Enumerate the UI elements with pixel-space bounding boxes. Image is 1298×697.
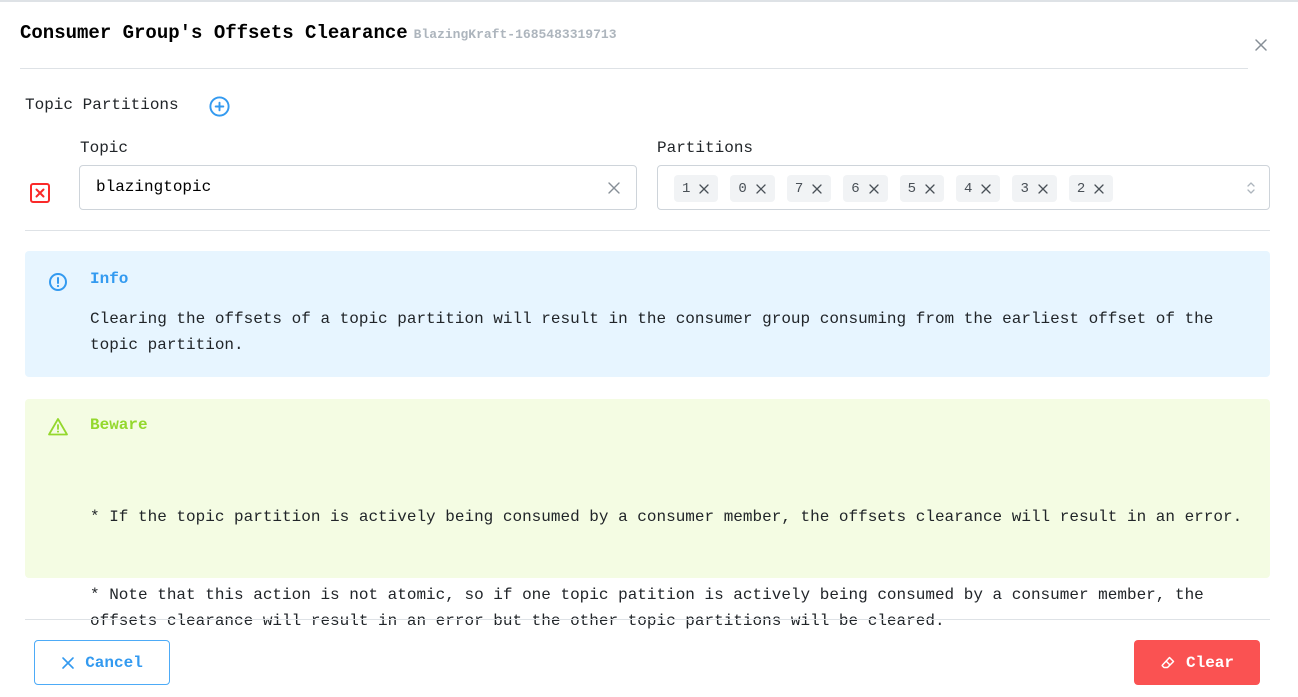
remove-partition-icon[interactable]	[1093, 183, 1105, 195]
warning-alert-title: Beware	[90, 416, 148, 434]
remove-partition-icon[interactable]	[755, 183, 767, 195]
remove-partition-icon[interactable]	[811, 183, 823, 195]
partitions-multiselect[interactable]: 1 0 7 6 5 4 3 2	[657, 165, 1270, 210]
partition-chip: 4	[956, 175, 1001, 202]
close-icon	[608, 182, 620, 194]
partition-chips: 1 0 7 6 5 4 3 2	[674, 175, 1114, 202]
modal-title-text: Consumer Group's Offsets Clearance	[20, 22, 408, 44]
add-topic-partition-button[interactable]	[208, 95, 231, 118]
close-button[interactable]	[1252, 36, 1270, 54]
partition-chip-label: 1	[682, 180, 691, 197]
alert-triangle-icon	[47, 416, 69, 438]
top-border	[0, 0, 1298, 2]
alert-circle-icon	[47, 271, 69, 293]
partition-chip-label: 4	[964, 180, 973, 197]
partition-chip: 1	[674, 175, 719, 202]
partition-chip-label: 7	[794, 180, 804, 197]
partition-chip-label: 5	[907, 180, 917, 197]
cancel-button-label: Cancel	[85, 653, 143, 672]
close-icon	[62, 656, 74, 669]
footer-divider	[25, 619, 1270, 620]
partition-chip-label: 0	[738, 180, 747, 197]
topic-select[interactable]: blazingtopic	[79, 165, 637, 210]
clear-button[interactable]: Clear	[1134, 640, 1260, 685]
eraser-icon	[1161, 656, 1175, 668]
info-alert: Info Clearing the offsets of a topic par…	[25, 251, 1270, 377]
topic-label: Topic	[80, 139, 129, 157]
remove-partition-icon[interactable]	[980, 183, 992, 195]
modal-title: Consumer Group's Offsets Clearance Blazin…	[20, 22, 617, 44]
cancel-button[interactable]: Cancel	[34, 640, 170, 685]
warning-alert: Beware * If the topic partition is activ…	[25, 399, 1270, 630]
partition-chip: 2	[1068, 175, 1114, 202]
close-icon	[1255, 39, 1267, 51]
divider	[25, 230, 1270, 231]
topic-clear-button[interactable]	[606, 180, 622, 196]
partition-chip: 7	[786, 175, 832, 202]
dropdown-toggle[interactable]	[1245, 180, 1257, 196]
modal-subtitle: BlazingKraft-1685483319713	[413, 27, 617, 42]
partition-chip: 0	[730, 175, 775, 202]
square-x-icon	[30, 183, 50, 203]
partition-chip-label: 6	[851, 180, 860, 197]
partition-chip-label: 3	[1020, 180, 1029, 197]
topic-partitions-label: Topic Partitions	[25, 96, 179, 114]
remove-partition-icon[interactable]	[1037, 183, 1049, 195]
selector-chevrons-icon	[1247, 182, 1255, 194]
modal-header: Consumer Group's Offsets Clearance Blazin…	[20, 20, 1248, 69]
info-alert-body: Clearing the offsets of a topic partitio…	[90, 310, 1223, 354]
remove-partition-icon[interactable]	[924, 183, 936, 195]
remove-row-button[interactable]	[29, 182, 51, 204]
partition-chip: 5	[899, 175, 945, 202]
partition-chip: 6	[843, 175, 888, 202]
partition-chip-label: 2	[1076, 180, 1086, 197]
remove-partition-icon[interactable]	[698, 183, 710, 195]
info-alert-title: Info	[90, 270, 129, 288]
partition-chip: 3	[1012, 175, 1057, 202]
partitions-label: Partitions	[657, 139, 754, 157]
plus-circle-icon	[209, 96, 230, 117]
warning-line-1: * If the topic partition is actively bei…	[90, 508, 1243, 526]
warning-alert-body: * If the topic partition is actively bei…	[90, 452, 1255, 686]
clear-button-label: Clear	[1185, 653, 1234, 672]
warning-line-2: * Note that this action is not atomic, s…	[90, 586, 1214, 630]
remove-partition-icon[interactable]	[868, 183, 880, 195]
topic-value: blazingtopic	[96, 178, 212, 196]
